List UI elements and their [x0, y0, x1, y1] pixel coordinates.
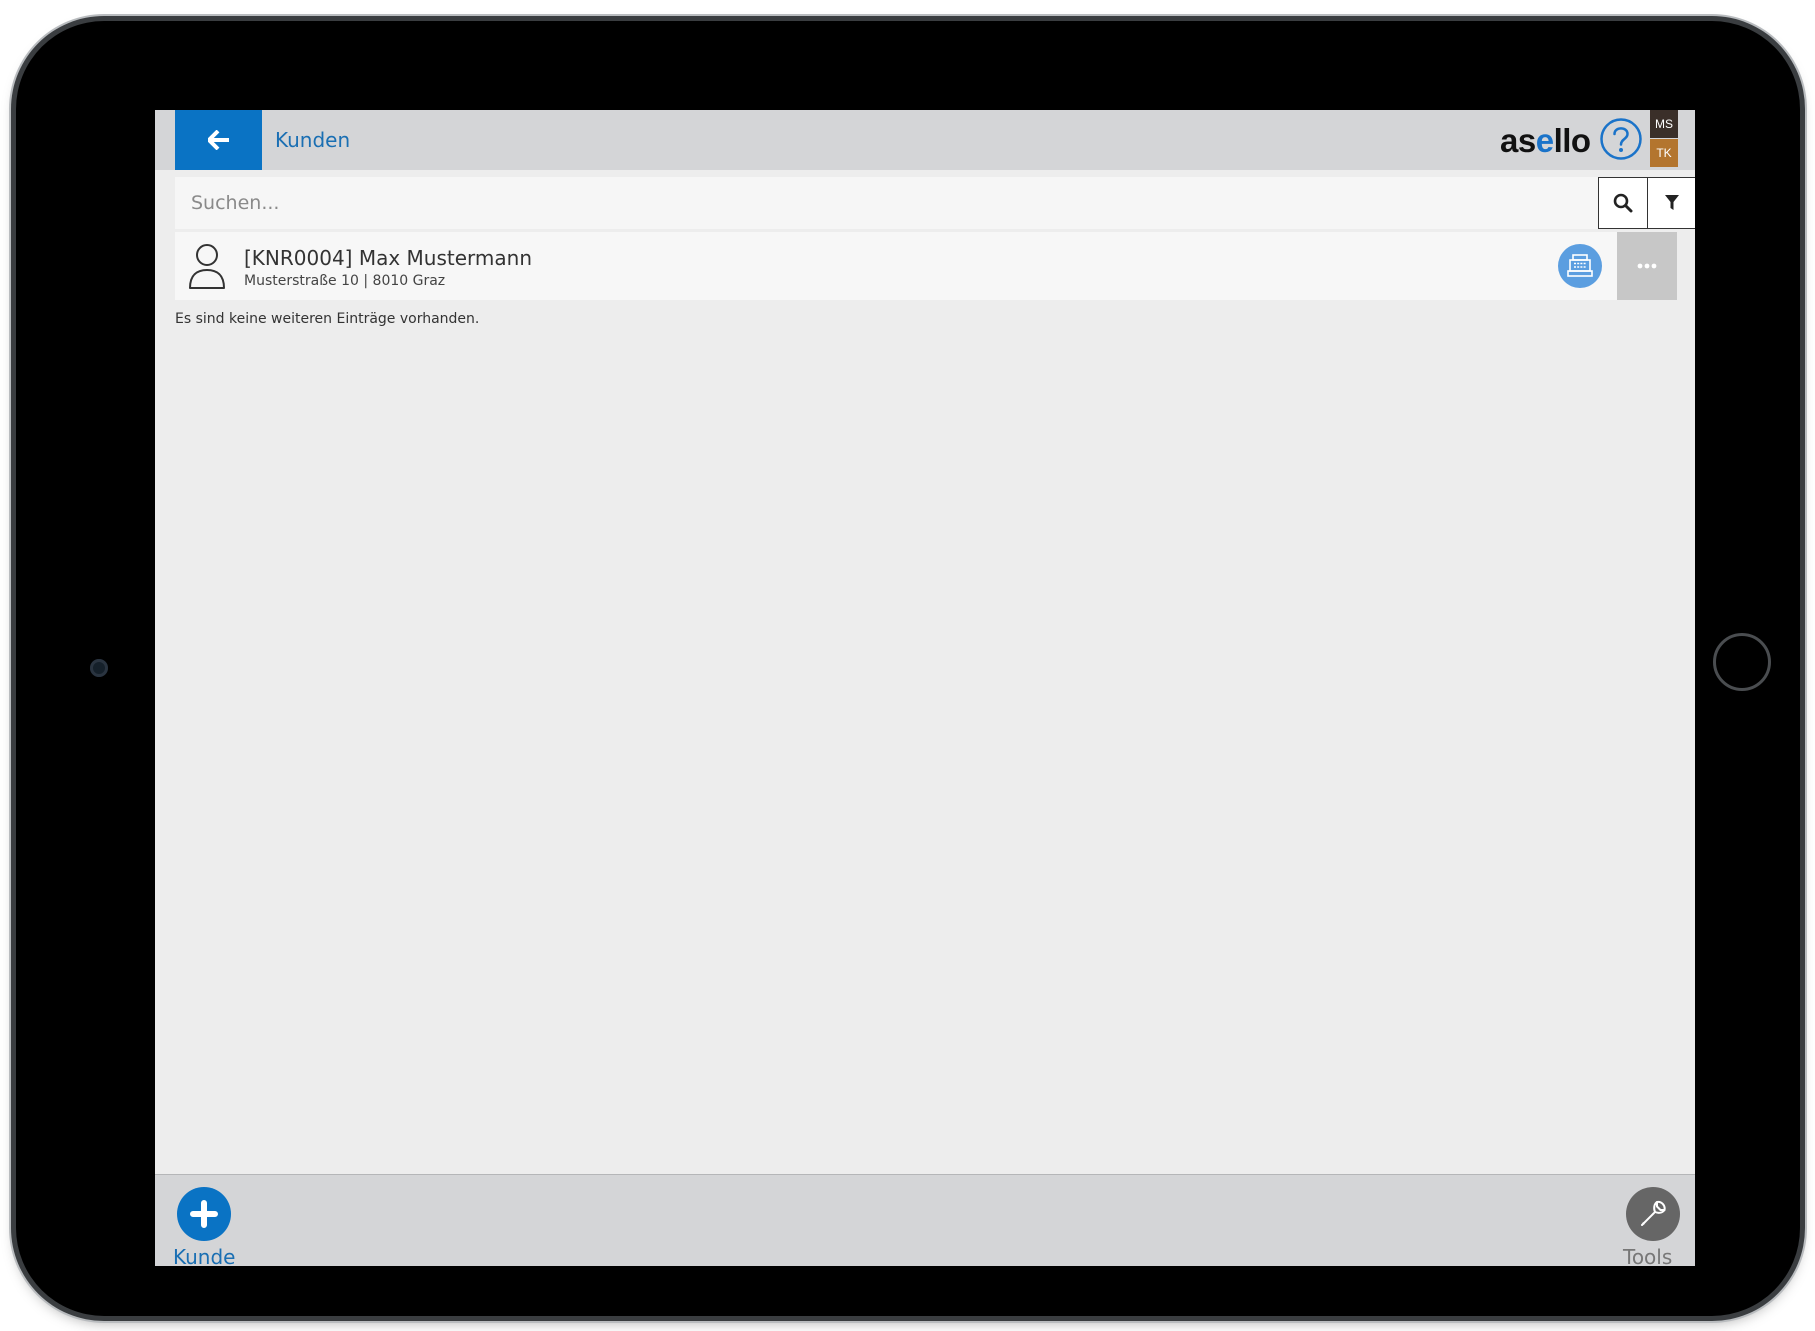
back-button[interactable]: [175, 110, 262, 170]
plus-icon: [190, 1200, 218, 1228]
help-button[interactable]: [1599, 117, 1643, 161]
add-customer-button[interactable]: Kunde: [173, 1187, 237, 1266]
page-title: Kunden: [275, 128, 351, 152]
search-bar: [175, 177, 1695, 229]
search-button[interactable]: [1598, 177, 1648, 229]
cash-register-icon: [1567, 254, 1593, 277]
cash-register-button[interactable]: [1558, 244, 1602, 288]
search-input[interactable]: [175, 177, 1555, 229]
brand-logo: asello: [1500, 122, 1591, 159]
top-bar: Kunden asello MS TK: [155, 110, 1695, 170]
app-screen: Kunden asello MS TK Suchen... [KNR0004] …: [155, 110, 1695, 1266]
bottom-toolbar: Kunde Tools: [155, 1174, 1695, 1266]
person-icon: [189, 244, 225, 289]
customer-name: [KNR0004] Max Mustermann: [244, 246, 532, 270]
user-badge-tk[interactable]: TK: [1650, 139, 1678, 167]
customer-address: Musterstraße 10 | 8010 Graz: [244, 273, 446, 289]
ellipsis-icon: [1637, 263, 1657, 269]
camera: [90, 659, 108, 677]
user-badge-ms[interactable]: MS: [1650, 110, 1678, 138]
tablet-frame: Kunden asello MS TK Suchen... [KNR0004] …: [16, 21, 1800, 1316]
filter-button[interactable]: [1647, 177, 1695, 229]
home-button[interactable]: [1713, 633, 1771, 691]
add-circle: [177, 1187, 231, 1241]
tools-label: Tools: [1623, 1245, 1673, 1266]
tools-circle: [1626, 1187, 1680, 1241]
search-icon: [1613, 193, 1633, 213]
customer-list-item[interactable]: [KNR0004] Max Mustermann Musterstraße 10…: [175, 232, 1677, 300]
list-end-message: Es sind keine weiteren Einträge vorhande…: [175, 311, 480, 327]
arrow-left-icon: [207, 130, 229, 150]
wrench-icon: [1641, 1200, 1666, 1226]
add-customer-label: Kunde: [173, 1245, 236, 1266]
more-options-button[interactable]: [1617, 232, 1677, 300]
question-mark-icon: [1600, 118, 1642, 160]
tools-button[interactable]: Tools: [1623, 1187, 1683, 1266]
filter-icon: [1664, 195, 1679, 210]
